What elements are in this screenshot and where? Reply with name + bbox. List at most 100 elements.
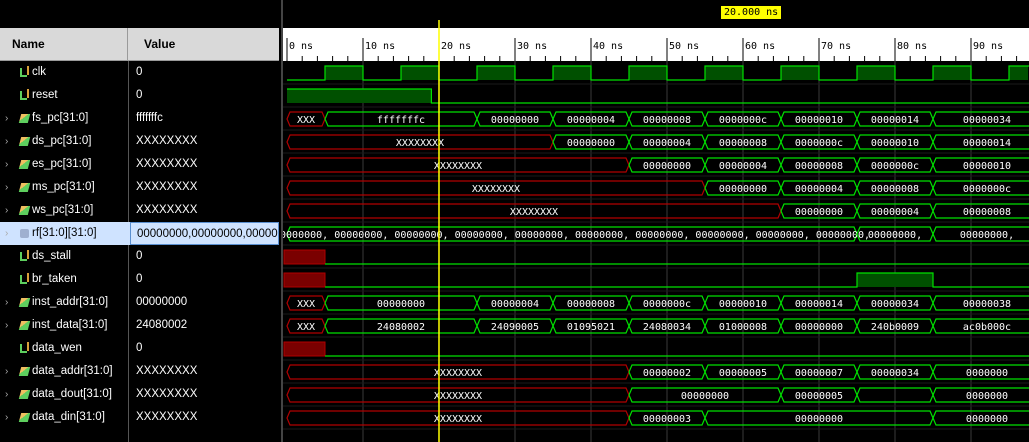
waveform-bus-value: 00000008 — [719, 138, 767, 149]
waveform-bus-value: 00000014 — [963, 138, 1011, 149]
ruler-tick-label: 80 ns — [897, 41, 927, 52]
waveform-bus-value: 00000000 — [681, 391, 729, 402]
expand-chevron-icon[interactable]: › — [5, 360, 13, 383]
waveform-bus-value: ac0b000c — [963, 322, 1011, 333]
waveform-bus-value: 24080002 — [377, 322, 425, 333]
signal-list-panel: Name Value clk 0 reset 0 › fs_pc[31:0] fffffff… — [0, 0, 279, 442]
ruler-tick-label: 70 ns — [821, 41, 851, 52]
waveform-bus-value: 00000000 — [795, 414, 843, 425]
waveform-bus-value: 00000000 — [491, 115, 539, 126]
signal-name: data_wen — [32, 342, 82, 354]
ruler-tick-label: 30 ns — [517, 41, 547, 52]
waveform-bus-value: 00000000 — [719, 184, 767, 195]
waveform-bus-value: 00000000 — [643, 161, 691, 172]
cursor-time-label[interactable]: 20.000 ns — [721, 6, 782, 19]
bus-signal-icon — [18, 160, 31, 169]
ruler-tick-label: 60 ns — [745, 41, 775, 52]
waveform-bus-value: 0000000c — [795, 138, 843, 149]
expand-chevron-icon[interactable]: › — [5, 314, 13, 337]
expand-chevron-icon[interactable]: › — [5, 291, 13, 314]
signal-name: ds_pc[31:0] — [32, 135, 92, 147]
waveform-bus-value: 0000000c — [643, 299, 691, 310]
waveform-panel[interactable]: 0 ns 10 ns 20 ns 30 ns 40 ns 50 ns 60 ns 70 ns 8… — [281, 0, 1029, 442]
waveform-bus-value: 00000008 — [643, 115, 691, 126]
waveform-bus-value: 00000000, 00000000, 00000000, 00000000, … — [283, 230, 870, 241]
expand-chevron-icon[interactable]: › — [5, 130, 13, 153]
bus-signal-icon — [18, 390, 31, 399]
waveform-x-region — [283, 249, 326, 265]
signal-row[interactable]: reset 0 — [0, 84, 279, 107]
signal-name: data_addr[31:0] — [32, 365, 113, 377]
signal-row[interactable]: › ms_pc[31:0] XXXXXXXX — [0, 176, 279, 199]
waveform-bus-value: XXXXXXXX — [434, 161, 482, 172]
signal-row[interactable]: › fs_pc[31:0] fffffffc — [0, 107, 279, 130]
signal-row[interactable]: › data_addr[31:0] XXXXXXXX — [0, 360, 279, 383]
ruler-tick-label: 20 ns — [441, 41, 471, 52]
waveform-bus-value: 00000008 — [795, 161, 843, 172]
signal-row[interactable]: › ws_pc[31:0] XXXXXXXX — [0, 199, 279, 222]
signal-name: br_taken — [32, 273, 77, 285]
waveform-bus-value: XXXXXXXX — [434, 368, 482, 379]
expand-chevron-icon[interactable]: › — [5, 406, 13, 429]
waveform-bus-value: 00000010 — [719, 299, 767, 310]
signal-row[interactable]: › ds_pc[31:0] XXXXXXXX — [0, 130, 279, 153]
signal-row[interactable]: › es_pc[31:0] XXXXXXXX — [0, 153, 279, 176]
waveform-bus-value: 00000034 — [963, 115, 1011, 126]
waveform-bus-value: 00000014 — [795, 299, 843, 310]
waveform-bus-value: 00000004 — [871, 207, 919, 218]
waveform-bus-value: 00000002 — [643, 368, 691, 379]
bus-signal-icon — [18, 298, 31, 307]
value-column-header[interactable]: Value — [128, 28, 279, 61]
expand-chevron-icon[interactable]: › — [5, 107, 13, 130]
signal-name: ws_pc[31:0] — [32, 204, 94, 216]
signal-row[interactable]: › data_din[31:0] XXXXXXXX — [0, 406, 279, 429]
signal-name: rf[31:0][31:0] — [32, 227, 97, 239]
waveform-bus-value: 00000000 — [377, 299, 425, 310]
waveform-high-fill — [629, 66, 667, 80]
waveform-bus-value: 00000034 — [871, 368, 919, 379]
waveform-bus-value: 24090005 — [491, 322, 539, 333]
waveform-canvas[interactable]: 0 ns 10 ns 20 ns 30 ns 40 ns 50 ns 60 ns 70 ns 8… — [283, 0, 1029, 442]
waveform-bus-value: 00000005 — [719, 368, 767, 379]
signal-value: XXXXXXXX — [136, 388, 198, 400]
waveform-bus-value: 00000003 — [643, 414, 691, 425]
signal-value: XXXXXXXX — [136, 365, 198, 377]
expand-chevron-icon[interactable]: › — [5, 176, 13, 199]
expand-chevron-icon[interactable]: › — [5, 199, 13, 222]
signal-row[interactable]: › inst_addr[31:0] 00000000 — [0, 291, 279, 314]
waveform-high-fill — [401, 66, 439, 80]
waveform-high-fill — [857, 273, 933, 287]
bus-signal-icon — [18, 367, 31, 376]
waveform-high-fill — [553, 66, 591, 80]
waveform-bus-value: XXXXXXXX — [434, 391, 482, 402]
waveform-high-fill — [857, 66, 895, 80]
names-panel-top — [0, 0, 279, 28]
waveform-bus-value: 01095021 — [567, 322, 615, 333]
signal-row[interactable]: ds_stall 0 — [0, 245, 279, 268]
signal-value: XXXXXXXX — [136, 411, 198, 423]
expand-chevron-icon[interactable]: › — [5, 222, 13, 245]
name-column-header[interactable]: Name — [0, 28, 128, 61]
expand-chevron-icon[interactable]: › — [5, 153, 13, 176]
bus-signal-icon — [18, 206, 31, 215]
ruler-tick-label: 50 ns — [669, 41, 699, 52]
expand-chevron-icon[interactable]: › — [5, 383, 13, 406]
signal-row[interactable]: data_wen 0 — [0, 337, 279, 360]
signal-value: 24080002 — [136, 319, 188, 331]
signal-value: XXXXXXXX — [136, 158, 198, 170]
waveform-high-fill — [705, 66, 743, 80]
signal-name: data_dout[31:0] — [32, 388, 112, 400]
waveform-bus-value: 0000000 — [966, 391, 1008, 402]
signal-row[interactable]: br_taken 0 — [0, 268, 279, 291]
signal-name: ms_pc[31:0] — [32, 181, 95, 193]
signal-row[interactable]: clk 0 — [0, 61, 279, 84]
bus-signal-icon — [18, 321, 31, 330]
signal-row[interactable]: › inst_data[31:0] 24080002 — [0, 314, 279, 337]
waveform-bus-value: 00000004 — [491, 299, 539, 310]
signal-row[interactable]: › rf[31:0][31:0] 00000000,00000000,000000 — [0, 222, 279, 245]
bus-signal-icon — [18, 137, 31, 146]
signal-row[interactable]: › data_dout[31:0] XXXXXXXX — [0, 383, 279, 406]
signal-name: data_din[31:0] — [32, 411, 105, 423]
ruler-tick-label: 10 ns — [365, 41, 395, 52]
signal-name: ds_stall — [32, 250, 71, 262]
